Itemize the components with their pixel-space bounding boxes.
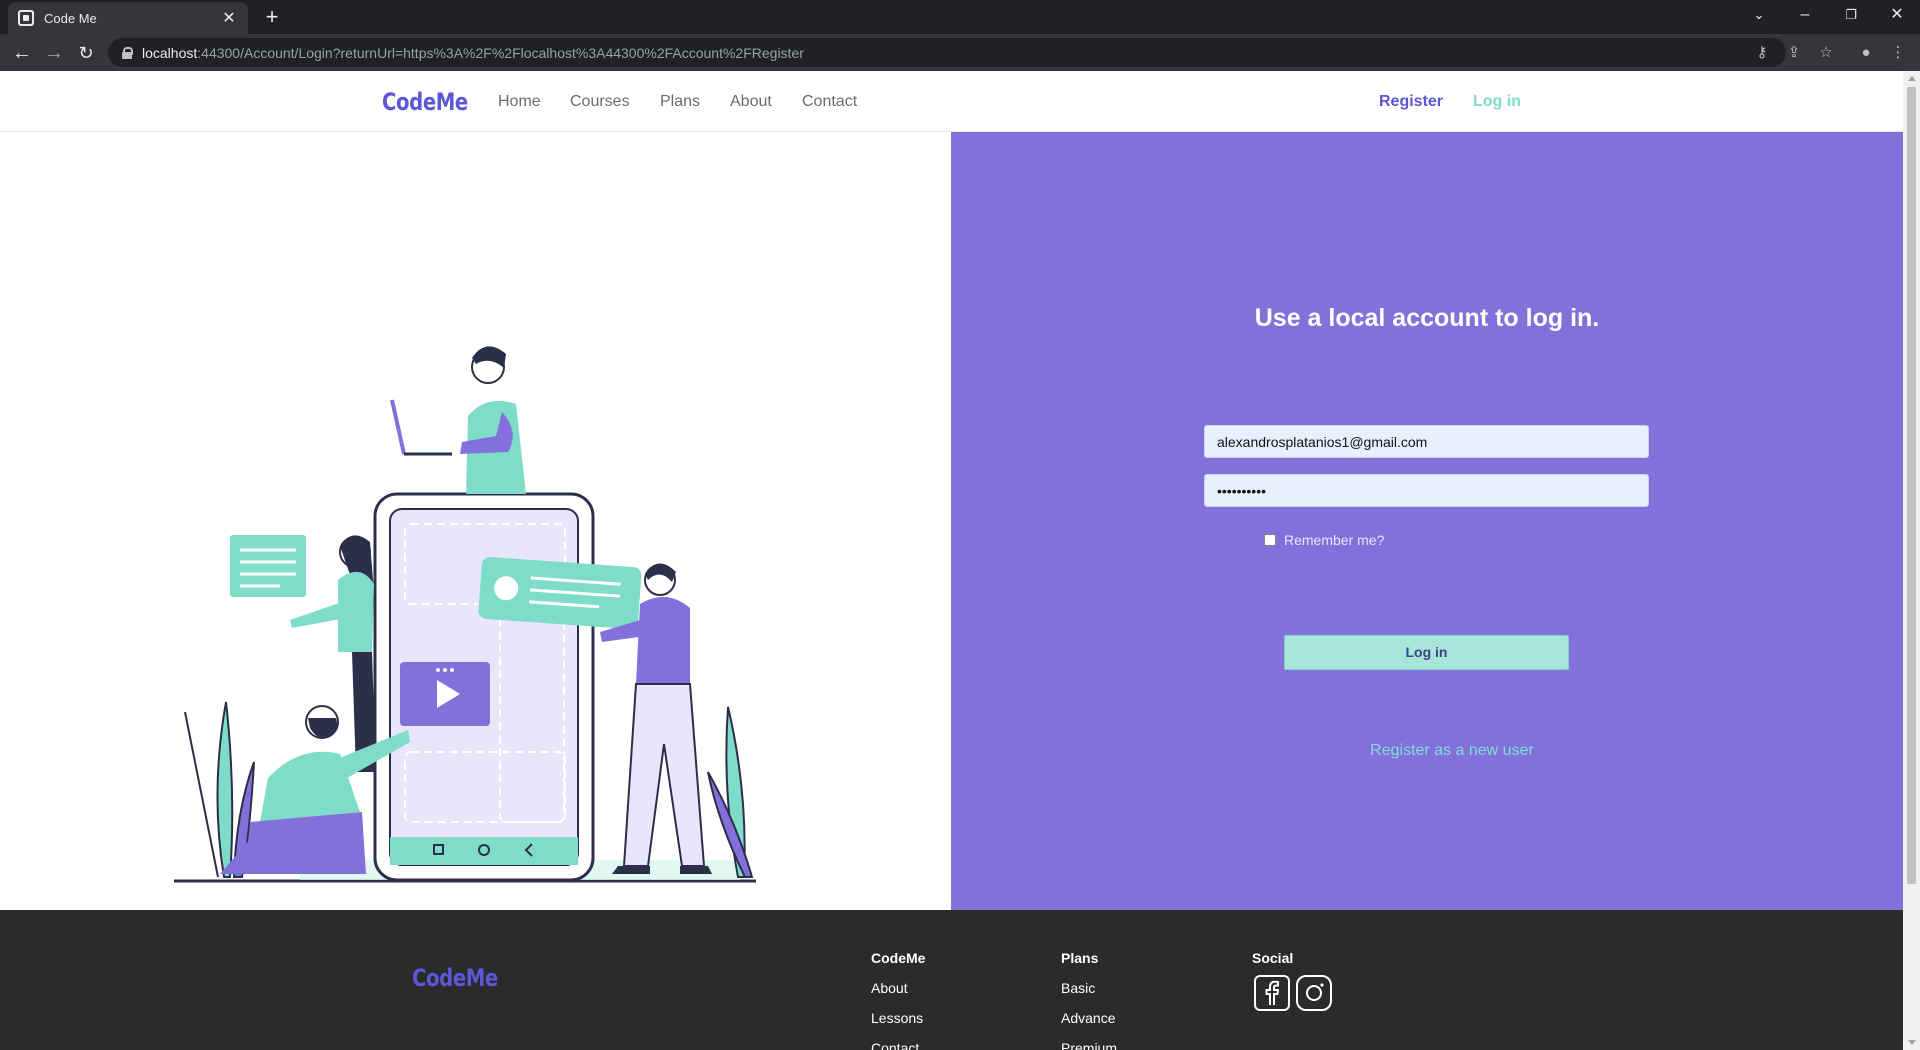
footer-link-lessons[interactable]: Lessons — [871, 1010, 923, 1026]
site-navbar: CodeMe Home Courses Plans About Contact … — [0, 71, 1903, 132]
site-favicon-icon — [18, 10, 34, 26]
url-host: localhost — [142, 44, 198, 61]
password-field[interactable]: •••••••••• — [1204, 474, 1649, 507]
reload-icon[interactable]: ↻ — [72, 39, 100, 67]
register-new-user-link[interactable]: Register as a new user — [951, 742, 1903, 760]
facebook-icon[interactable] — [1254, 975, 1290, 1011]
footer-col-plans-title: Plans — [1061, 950, 1099, 966]
site-footer: CodeMe CodeMe About Lessons Contact Plan… — [0, 910, 1903, 1050]
address-bar[interactable]: localhost:44300/Account/Login?returnUrl=… — [108, 38, 1786, 67]
footer-link-premium[interactable]: Premium — [1061, 1040, 1117, 1050]
browser-tabstrip: Code Me ✕ + ⌄ – ❐ ✕ — [0, 0, 1920, 34]
remember-me-checkbox[interactable] — [1264, 534, 1276, 546]
minimize-icon[interactable]: – — [1782, 0, 1828, 30]
page: CodeMe Home Courses Plans About Contact … — [0, 71, 1903, 1050]
page-scrollbar[interactable] — [1903, 71, 1920, 1050]
bookmark-star-icon[interactable]: ☆ — [1812, 39, 1840, 67]
hero-illustration-panel — [0, 132, 951, 910]
login-heading: Use a local account to log in. — [1254, 304, 1600, 332]
nav-register[interactable]: Register — [1379, 93, 1443, 111]
restore-icon[interactable]: ❐ — [1828, 0, 1874, 30]
lock-icon — [122, 46, 133, 59]
login-submit-button[interactable]: Log in — [1284, 635, 1569, 670]
share-icon[interactable]: ⇪ — [1780, 39, 1808, 67]
close-window-icon[interactable]: ✕ — [1874, 0, 1920, 30]
nav-plans[interactable]: Plans — [660, 93, 700, 111]
nav-about[interactable]: About — [730, 93, 772, 111]
footer-col-codeme-title: CodeMe — [871, 950, 926, 966]
profile-icon[interactable]: ● — [1852, 39, 1880, 67]
tab-search-icon[interactable]: ⌄ — [1736, 0, 1782, 30]
login-panel: Use a local account to log in. alexandro… — [951, 132, 1903, 910]
nav-courses[interactable]: Courses — [570, 93, 630, 111]
footer-link-about[interactable]: About — [871, 980, 908, 996]
footer-col-social-title: Social — [1252, 950, 1294, 966]
brand-logo[interactable]: CodeMe — [382, 88, 468, 116]
close-tab-icon[interactable]: ✕ — [220, 8, 238, 28]
footer-link-contact[interactable]: Contact — [871, 1040, 919, 1050]
footer-brand-logo[interactable]: CodeMe — [412, 964, 498, 992]
email-field[interactable]: alexandrosplatanios1@gmail.com — [1204, 425, 1649, 458]
remember-me-label: Remember me? — [1284, 532, 1385, 548]
nav-contact[interactable]: Contact — [802, 93, 857, 111]
nav-login[interactable]: Log in — [1473, 93, 1521, 111]
browser-tab[interactable]: Code Me ✕ — [8, 2, 248, 34]
menu-kebab-icon[interactable]: ⋮ — [1884, 39, 1912, 67]
key-icon[interactable]: ⚷ — [1748, 39, 1776, 67]
remember-me[interactable]: Remember me? — [1264, 532, 1384, 548]
instagram-icon[interactable] — [1296, 975, 1332, 1011]
nav-home[interactable]: Home — [498, 93, 541, 111]
forward-icon[interactable]: → — [40, 39, 68, 67]
browser-toolbar: ← → ↻ localhost:44300/Account/Login?retu… — [0, 34, 1920, 71]
footer-link-basic[interactable]: Basic — [1061, 980, 1095, 996]
url-path: :44300/Account/Login?returnUrl=https%3A%… — [197, 44, 804, 61]
footer-link-advance[interactable]: Advance — [1061, 1010, 1115, 1026]
scroll-up-icon[interactable] — [1908, 76, 1916, 81]
scrollbar-thumb[interactable] — [1907, 87, 1916, 884]
back-icon[interactable]: ← — [8, 39, 36, 67]
people-phone-illustration — [174, 346, 756, 883]
new-tab-icon[interactable]: + — [258, 3, 286, 31]
tab-title: Code Me — [44, 10, 97, 26]
scroll-down-icon[interactable] — [1908, 1040, 1916, 1045]
